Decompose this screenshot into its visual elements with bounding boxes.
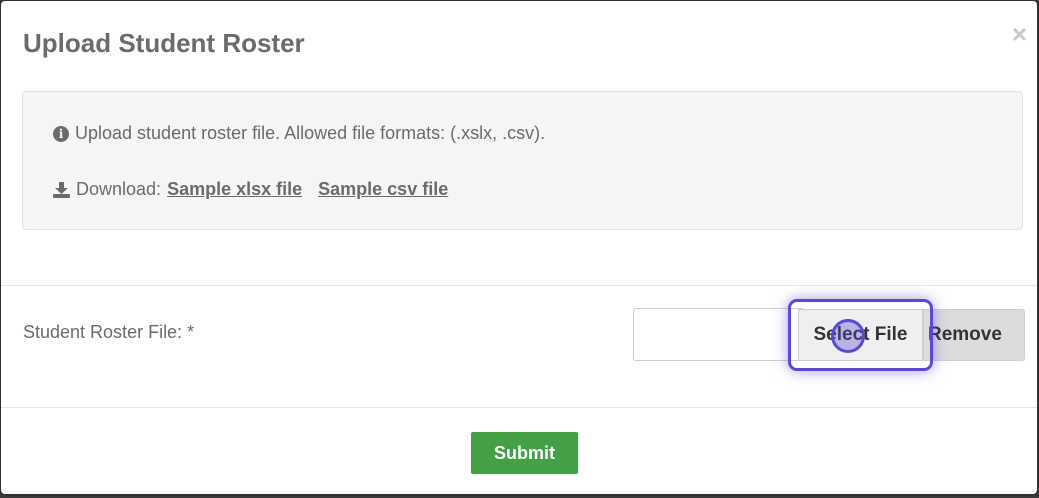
- remove-file-button[interactable]: Remove: [923, 309, 1025, 361]
- info-circle-icon: i: [53, 125, 69, 142]
- close-icon[interactable]: ×: [1012, 21, 1027, 47]
- info-panel: i Upload student roster file. Allowed fi…: [22, 91, 1023, 230]
- select-file-button[interactable]: Select File: [798, 309, 923, 361]
- file-name-input[interactable]: [633, 308, 803, 361]
- download-row: Download: Sample xlsx file Sample csv fi…: [53, 179, 448, 200]
- roster-file-label: Student Roster File: *: [23, 322, 195, 342]
- upload-roster-modal: Upload Student Roster × i Upload student…: [1, 1, 1037, 494]
- download-icon: [53, 181, 70, 198]
- sample-csv-link[interactable]: Sample csv file: [318, 179, 448, 200]
- divider: [1, 407, 1037, 408]
- modal-title: Upload Student Roster: [23, 28, 305, 58]
- sample-xlsx-link[interactable]: Sample xlsx file: [167, 179, 302, 200]
- download-label: Download:: [76, 179, 162, 199]
- info-text: Upload student roster file. Allowed file…: [75, 123, 546, 143]
- divider: [1, 285, 1037, 286]
- submit-button[interactable]: Submit: [471, 432, 578, 474]
- info-message: i Upload student roster file. Allowed fi…: [53, 123, 545, 144]
